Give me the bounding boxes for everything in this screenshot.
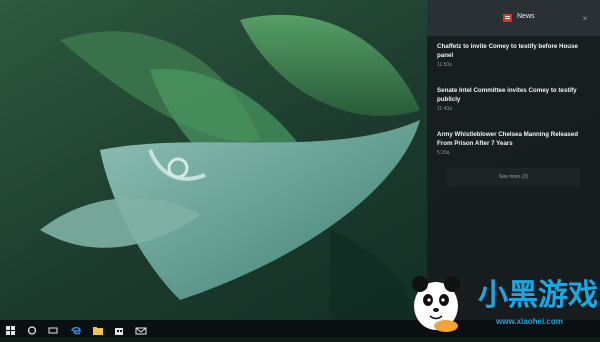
cortana-circle-icon[interactable]: [26, 323, 38, 335]
news-story[interactable]: Chaffetz to invite Comey to testify befo…: [437, 42, 587, 68]
mail-icon[interactable]: [135, 323, 147, 335]
story-title: Chaffetz to invite Comey to testify befo…: [437, 43, 578, 59]
windows-start-icon[interactable]: [5, 323, 17, 335]
flyout-title: News: [517, 13, 535, 20]
site-watermark: 小黑游戏 www.xiaohei.com: [408, 262, 600, 342]
panda-mascot-icon: [412, 276, 460, 332]
story-title: Army Whistleblower Chelsea Manning Relea…: [437, 131, 578, 147]
story-time: 11:43a: [437, 106, 452, 112]
edge-browser-icon[interactable]: [70, 323, 82, 335]
story-time: 5:20a: [437, 150, 450, 156]
news-story[interactable]: Senate Intel Committee invites Comey to …: [437, 86, 587, 112]
watermark-title: 小黑游戏: [478, 278, 598, 313]
story-title: Senate Intel Committee invites Comey to …: [437, 87, 577, 103]
task-view-icon[interactable]: [47, 323, 59, 334]
watermark-url: www.xiaohei.com: [496, 317, 563, 326]
flyout-header: News ×: [427, 0, 600, 36]
file-explorer-icon[interactable]: [92, 323, 104, 335]
news-app-icon: [503, 14, 512, 22]
see-more-button[interactable]: See more (2): [447, 168, 580, 186]
story-time: 11:50a: [437, 62, 452, 68]
news-story[interactable]: Army Whistleblower Chelsea Manning Relea…: [437, 130, 587, 156]
close-button[interactable]: ×: [579, 13, 591, 25]
store-icon[interactable]: [113, 323, 125, 335]
